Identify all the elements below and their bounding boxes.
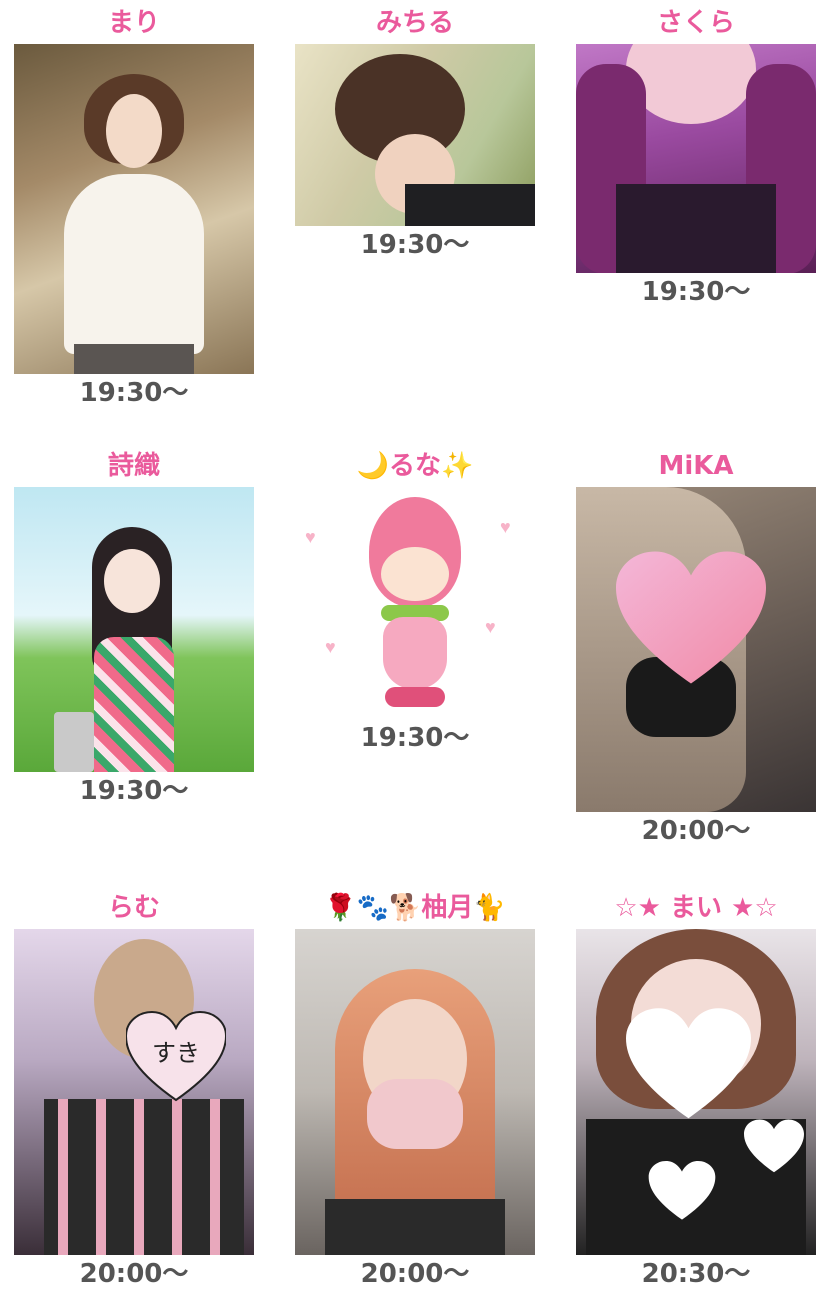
heart-sticker-icon [626, 1007, 751, 1122]
cast-photo[interactable]: すき [14, 929, 254, 1255]
cast-name: まり [107, 8, 160, 38]
cast-photo[interactable] [14, 487, 254, 772]
heart-sticker-icon: すき [126, 1011, 226, 1103]
heart-sticker-text: すき [152, 1039, 200, 1067]
cast-card-mari[interactable]: まり 19:30〜 [14, 6, 254, 410]
cast-photo[interactable] [576, 44, 816, 273]
cast-name: 🌹🐾🐕柚月🐈 [324, 893, 506, 923]
cast-card-yuzuki[interactable]: 🌹🐾🐕柚月🐈 20:00〜 [295, 891, 535, 1291]
cast-start-time: 20:00〜 [79, 1259, 189, 1289]
cast-start-time: 19:30〜 [79, 776, 189, 806]
heart-sticker-icon [648, 1161, 716, 1221]
cast-start-time: 20:30〜 [641, 1259, 751, 1289]
cast-card-shiori[interactable]: 詩織 19:30〜 [14, 449, 254, 808]
cast-photo[interactable]: ♥ ♥ ♥ ♥ [295, 487, 535, 719]
cast-photo[interactable] [576, 929, 816, 1255]
cast-start-time: 19:30〜 [360, 723, 470, 753]
cast-name: ☆★ まい ★☆ [614, 893, 778, 923]
cast-photo[interactable] [576, 487, 816, 812]
heart-sticker-icon [744, 1119, 804, 1174]
cast-card-michiru[interactable]: みちる 19:30〜 [295, 6, 535, 262]
cast-name: さくら [656, 8, 735, 38]
cast-start-time: 19:30〜 [641, 277, 751, 307]
cast-card-mika[interactable]: MiKA 20:00〜 [576, 449, 816, 848]
cast-name: みちる [375, 8, 454, 38]
cast-schedule-grid: まり 19:30〜 みちる 19:30〜 さくら 19:30〜 詩織 19:30… [0, 0, 840, 1303]
cast-start-time: 19:30〜 [79, 378, 189, 408]
cast-card-mai[interactable]: ☆★ まい ★☆ 20:30〜 [576, 891, 816, 1291]
cast-card-runa[interactable]: 🌙るな✨ ♥ ♥ ♥ ♥ 19:30〜 [295, 449, 535, 755]
cast-card-ramu[interactable]: らむ すき 20:00〜 [14, 891, 254, 1291]
cast-start-time: 20:00〜 [360, 1259, 470, 1289]
cast-photo[interactable] [295, 44, 535, 226]
cast-name: 🌙るな✨ [356, 451, 474, 481]
cast-name: 詩織 [107, 451, 160, 481]
cast-photo[interactable] [14, 44, 254, 374]
cast-start-time: 20:00〜 [641, 816, 751, 846]
cast-card-sakura[interactable]: さくら 19:30〜 [576, 6, 816, 309]
cast-photo[interactable] [295, 929, 535, 1255]
heart-sticker-icon [616, 549, 766, 689]
cast-name: MiKA [658, 451, 734, 481]
cast-start-time: 19:30〜 [360, 230, 470, 260]
cast-name: らむ [107, 893, 160, 923]
